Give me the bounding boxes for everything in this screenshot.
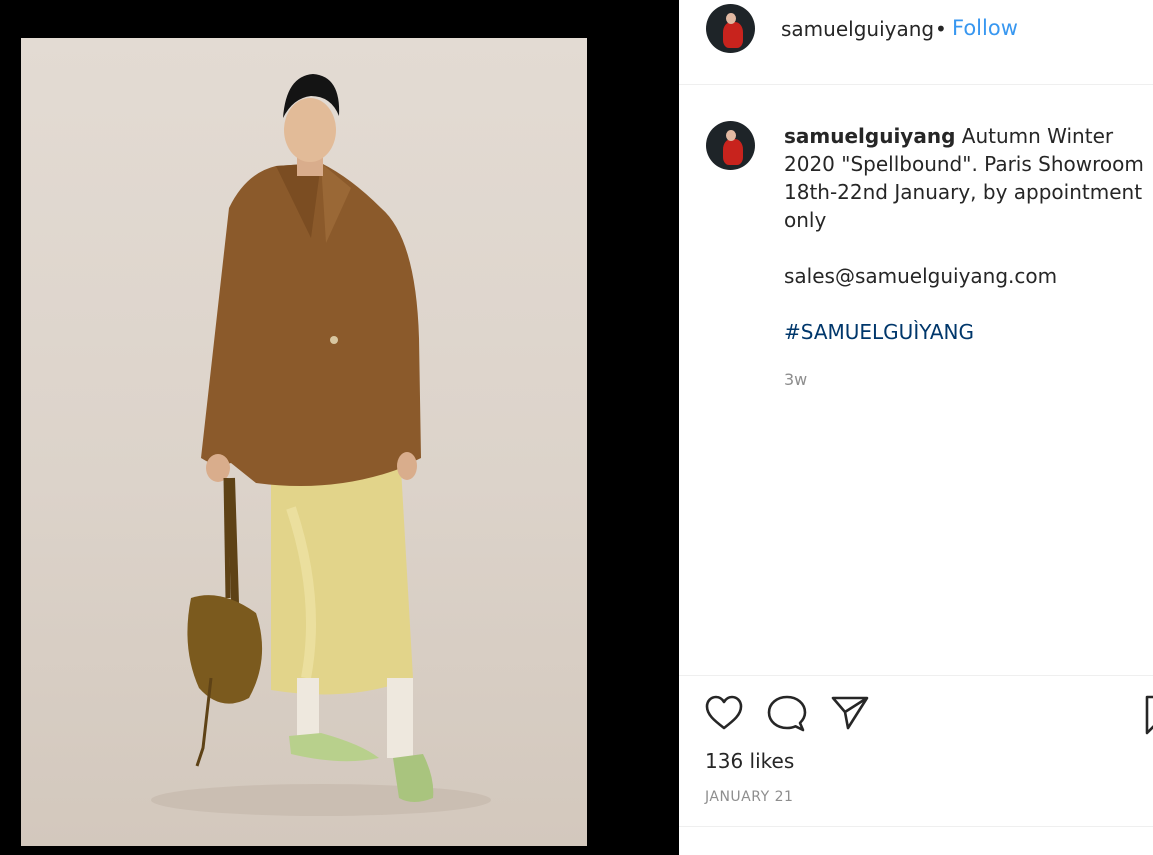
fashion-model-illustration <box>151 74 491 816</box>
heart-icon[interactable] <box>705 695 743 731</box>
post-details-pane: samuelguiyang • Follow samuelguiyang Aut… <box>679 0 1153 855</box>
post-actions: 136 likes JANUARY 21 <box>679 675 1153 827</box>
author-avatar[interactable] <box>706 4 755 53</box>
comment-bubble-icon[interactable] <box>767 695 807 733</box>
caption-hashtag[interactable]: #SAMUELGUÌYANG <box>784 318 1149 346</box>
caption-timestamp[interactable]: 3w <box>784 366 1149 394</box>
caption-author-avatar[interactable] <box>706 121 755 170</box>
caption-email: sales@samuelguiyang.com <box>784 264 1058 288</box>
post-photo[interactable] <box>21 38 587 846</box>
paper-plane-icon[interactable] <box>831 695 869 731</box>
separator-dot: • <box>935 17 947 41</box>
post-header: samuelguiyang • Follow <box>679 0 1153 85</box>
follow-button[interactable]: Follow <box>952 16 1018 40</box>
likes-count[interactable]: 136 likes <box>705 749 794 773</box>
bookmark-icon[interactable] <box>1144 695 1153 735</box>
caption-paragraph: samuelguiyang Autumn Winter 2020 "Spellb… <box>784 122 1149 234</box>
caption-username[interactable]: samuelguiyang <box>784 124 955 148</box>
media-pane <box>0 0 679 855</box>
author-username[interactable]: samuelguiyang <box>781 17 934 41</box>
post-caption: samuelguiyang Autumn Winter 2020 "Spellb… <box>784 122 1149 394</box>
post-date[interactable]: JANUARY 21 <box>705 789 793 805</box>
